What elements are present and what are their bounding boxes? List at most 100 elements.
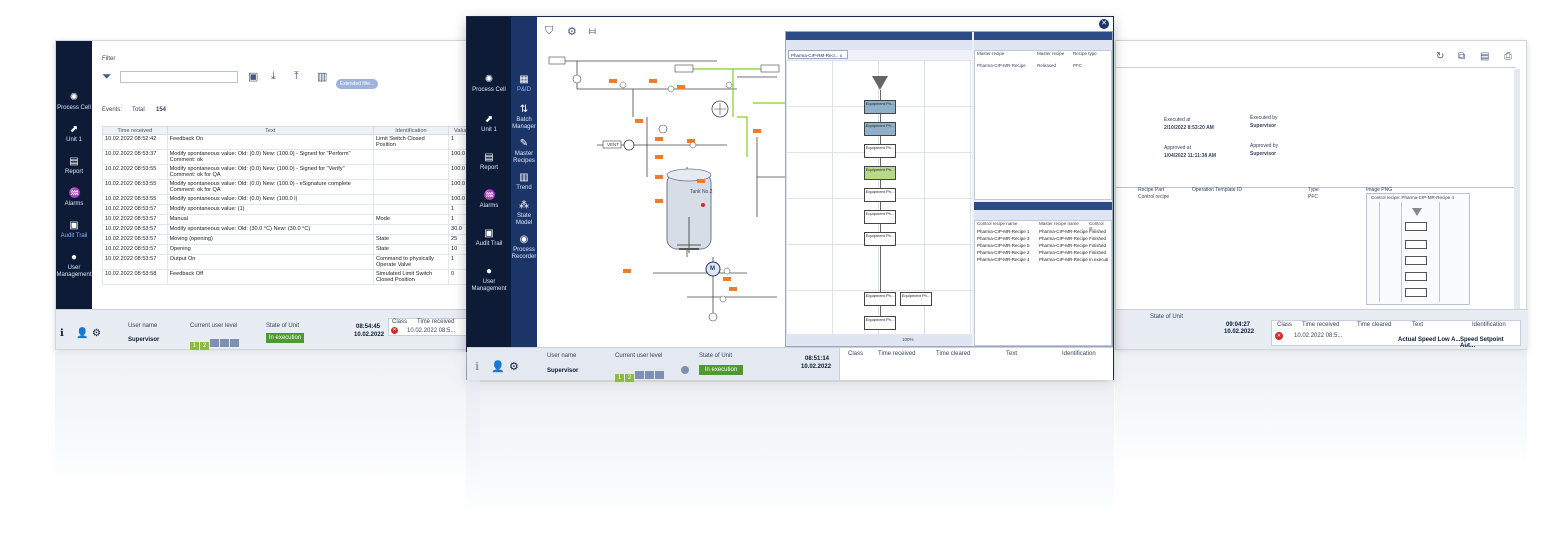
table-row[interactable]: 10.02.2022 08:52:42 Feedback On Limit Swit…: [102, 134, 475, 150]
close-icon[interactable]: ✕: [1099, 19, 1109, 29]
control-col-1[interactable]: Control recipe name: [977, 221, 1018, 226]
nav-unit-1[interactable]: ⬈ Unit 1: [467, 115, 511, 134]
table-cell-ident: [372, 179, 449, 195]
table-row[interactable]: 10.02.2022 08:53:55 Modify spontaneous va…: [102, 179, 475, 195]
nav-process-cell[interactable]: ✺ Process Cell: [56, 93, 92, 112]
col-identification[interactable]: Identification: [372, 126, 449, 135]
user-level-label: Current user level: [190, 323, 238, 329]
pid-window: ✺ Process Cell ⬈ Unit 1 ▤ Report ♒ Alarms ▣ A…: [466, 16, 1114, 382]
recipe-step[interactable]: Equipment Ph...: [864, 100, 896, 114]
table-row[interactable]: 10.02.2022 08:53:55 Modify spontaneous va…: [102, 164, 475, 180]
clock-date: 10.02.2022: [1224, 329, 1255, 335]
recipe-step[interactable]: Equipment Ph...: [864, 166, 896, 180]
control-col-2[interactable]: Master recipe name: [1039, 221, 1079, 226]
nav-alarms[interactable]: ♒ Alarms: [56, 189, 92, 208]
recipe-step[interactable]: Equipment Ph...: [864, 122, 896, 136]
alarm-text-value: Actual Speed Low A...: [1398, 337, 1461, 343]
recipe-step[interactable]: Equipment Ph...: [900, 292, 932, 306]
recipe-step[interactable]: Equipment Ph...: [864, 292, 896, 306]
recipe-step[interactable]: Equipment Ph...: [864, 210, 896, 224]
funnel-icon[interactable]: ⏷: [102, 69, 112, 84]
table-row[interactable]: 10.02.2022 08:53:57 Output On Command to p…: [102, 254, 475, 270]
executed-at-label: Executed at: [1164, 117, 1191, 123]
nav-state-model[interactable]: ⁂ State Model: [511, 201, 537, 227]
table-row[interactable]: 10.02.2022 08:53:57 Opening State 10: [102, 244, 475, 255]
nav-process-recorder[interactable]: ◉ Process Recorder: [511, 235, 537, 261]
user-name-value: Supervisor: [128, 337, 160, 343]
list-item[interactable]: Pharma-CIP-MR-Recipe 4 Pharma-CIP-MR-Reci…: [975, 257, 1111, 264]
save-icon[interactable]: ▣: [248, 70, 258, 83]
gear-icon[interactable]: ⚙: [92, 328, 101, 339]
copy-icon[interactable]: ⧉: [1458, 51, 1465, 62]
extended-filter-button[interactable]: Extended filte...: [336, 79, 378, 89]
download-icon[interactable]: ⤓: [271, 70, 276, 83]
tank-label[interactable]: Tank No.2: [690, 189, 713, 195]
nav-user-management[interactable]: ● User Management: [56, 253, 92, 279]
master-row-name[interactable]: Pharma-CIP-MR-Recipe: [977, 63, 1026, 68]
pdf-icon[interactable]: ▤: [1480, 51, 1489, 62]
upload-icon[interactable]: ⤒: [294, 70, 299, 83]
nav-batch-manager[interactable]: ⇅ Batch Manager: [511, 105, 537, 131]
nav-process-cell[interactable]: ✺ Process Cell: [467, 75, 511, 94]
table-cell-time: 10.02.2022 08:53:57: [102, 244, 168, 255]
table-row[interactable]: 10.02.2022 08:53:58 Feedback Off Simulated…: [102, 269, 475, 285]
report-icon: ▤: [69, 156, 79, 167]
list-item[interactable]: Pharma-CIP-MR-Recipe 1 Pharma-CIP-MR-Reci…: [975, 229, 1111, 236]
info-icon[interactable]: ℹ: [60, 328, 64, 339]
nav-report[interactable]: ▤ Report: [467, 153, 511, 172]
master-col-3[interactable]: Recipe type: [1073, 51, 1097, 56]
nav-user-management[interactable]: ● User Management: [467, 267, 511, 293]
step-box: [1405, 222, 1427, 231]
nav-audit-trail[interactable]: ▣ Audit Trail: [56, 221, 92, 240]
recipe-step[interactable]: Equipment Ph...: [864, 232, 896, 246]
motor-label[interactable]: M: [710, 266, 715, 272]
print-icon[interactable]: ⎙: [1504, 51, 1512, 62]
col-text[interactable]: Text: [166, 126, 374, 135]
level-arrow-icon[interactable]: [681, 366, 689, 374]
recipe-tab[interactable]: Pharma-CIP-RM-Reci... x: [788, 50, 848, 59]
approved-at-value: 1/04/2022 11:11:38 AM: [1164, 153, 1217, 159]
master-col-2[interactable]: Master recipe: [1037, 51, 1064, 56]
alarm-col-identification[interactable]: Identification: [1062, 351, 1096, 357]
nav-report[interactable]: ▤ Report: [56, 157, 92, 176]
state-of-unit-value: In execution: [266, 333, 304, 343]
table-row[interactable]: 10.02.2022 08:53:57 Modify spontaneous va…: [102, 204, 475, 215]
list-item[interactable]: Pharma-CIP-MR-Recipe 2 Pharma-CIP-MR-Reci…: [975, 250, 1111, 257]
nav-alarms[interactable]: ♒ Alarms: [467, 191, 511, 210]
nav-master-recipes[interactable]: ✎ Master Recipes: [511, 139, 537, 165]
table-row[interactable]: 10.02.2022 08:53:57 Moving (opening) State…: [102, 234, 475, 245]
nav-audit-trail[interactable]: ▣ Audit Trail: [467, 229, 511, 248]
table-row[interactable]: 10.02.2022 08:53:57 Manual Mode 1: [102, 214, 475, 225]
start-triangle-icon: [872, 76, 888, 90]
trash-icon[interactable]: ▥: [317, 70, 327, 83]
nav-pid[interactable]: ▦ P&ID: [511, 75, 537, 94]
list-item[interactable]: Pharma-CIP-MR-Recipe 3 Pharma-CIP-MR-Reci…: [975, 236, 1111, 243]
table-row[interactable]: 10.02.2022 08:53:37 Modify spontaneous va…: [102, 149, 475, 165]
alarm-col-time-cleared[interactable]: Time cleared: [936, 351, 970, 357]
gear-icon[interactable]: ⚙: [509, 360, 519, 373]
alarm-panel: Class Time received ✕ 10.02.2022 08:5...: [388, 318, 478, 336]
approved-at-label: Approved at: [1164, 145, 1191, 151]
nav-unit-1[interactable]: ⬈ Unit 1: [56, 125, 92, 144]
recipe-step[interactable]: Equipment Ph...: [864, 316, 896, 330]
table-cell-text: Modify spontaneous value: Old: (0.0) New…: [166, 179, 374, 195]
zoom-value[interactable]: 100%: [902, 337, 914, 342]
master-col-1[interactable]: Master recipe: [977, 51, 1004, 56]
table-row[interactable]: 10.02.2022 08:53:55 Modify spontaneous va…: [102, 194, 475, 205]
report-scrollbar[interactable]: [1514, 69, 1520, 309]
refresh-icon[interactable]: ↻: [1436, 51, 1444, 62]
alarm-col-class[interactable]: Class: [848, 351, 863, 357]
list-item[interactable]: Pharma-CIP-MR-Recipe 5 Pharma-CIP-MR-Reci…: [975, 243, 1111, 250]
recipe-step[interactable]: Equipment Ph...: [864, 144, 896, 158]
user-icon[interactable]: 👤: [76, 328, 88, 339]
table-row[interactable]: 10.02.2022 08:53:57 Modify spontaneous va…: [102, 224, 475, 235]
alarm-col-time-received[interactable]: Time received: [878, 351, 915, 357]
alarm-col-text[interactable]: Text: [1006, 351, 1017, 357]
col-time-received[interactable]: Time received: [102, 126, 168, 135]
table-cell-text: Feedback Off: [166, 269, 374, 285]
user-icon[interactable]: 👤: [491, 360, 505, 373]
master-list-toolbar: [974, 40, 1112, 50]
recipe-step[interactable]: Equipment Ph...: [864, 188, 896, 202]
nav-trend[interactable]: ▥ Trend: [511, 173, 537, 192]
filter-select[interactable]: [120, 71, 238, 83]
